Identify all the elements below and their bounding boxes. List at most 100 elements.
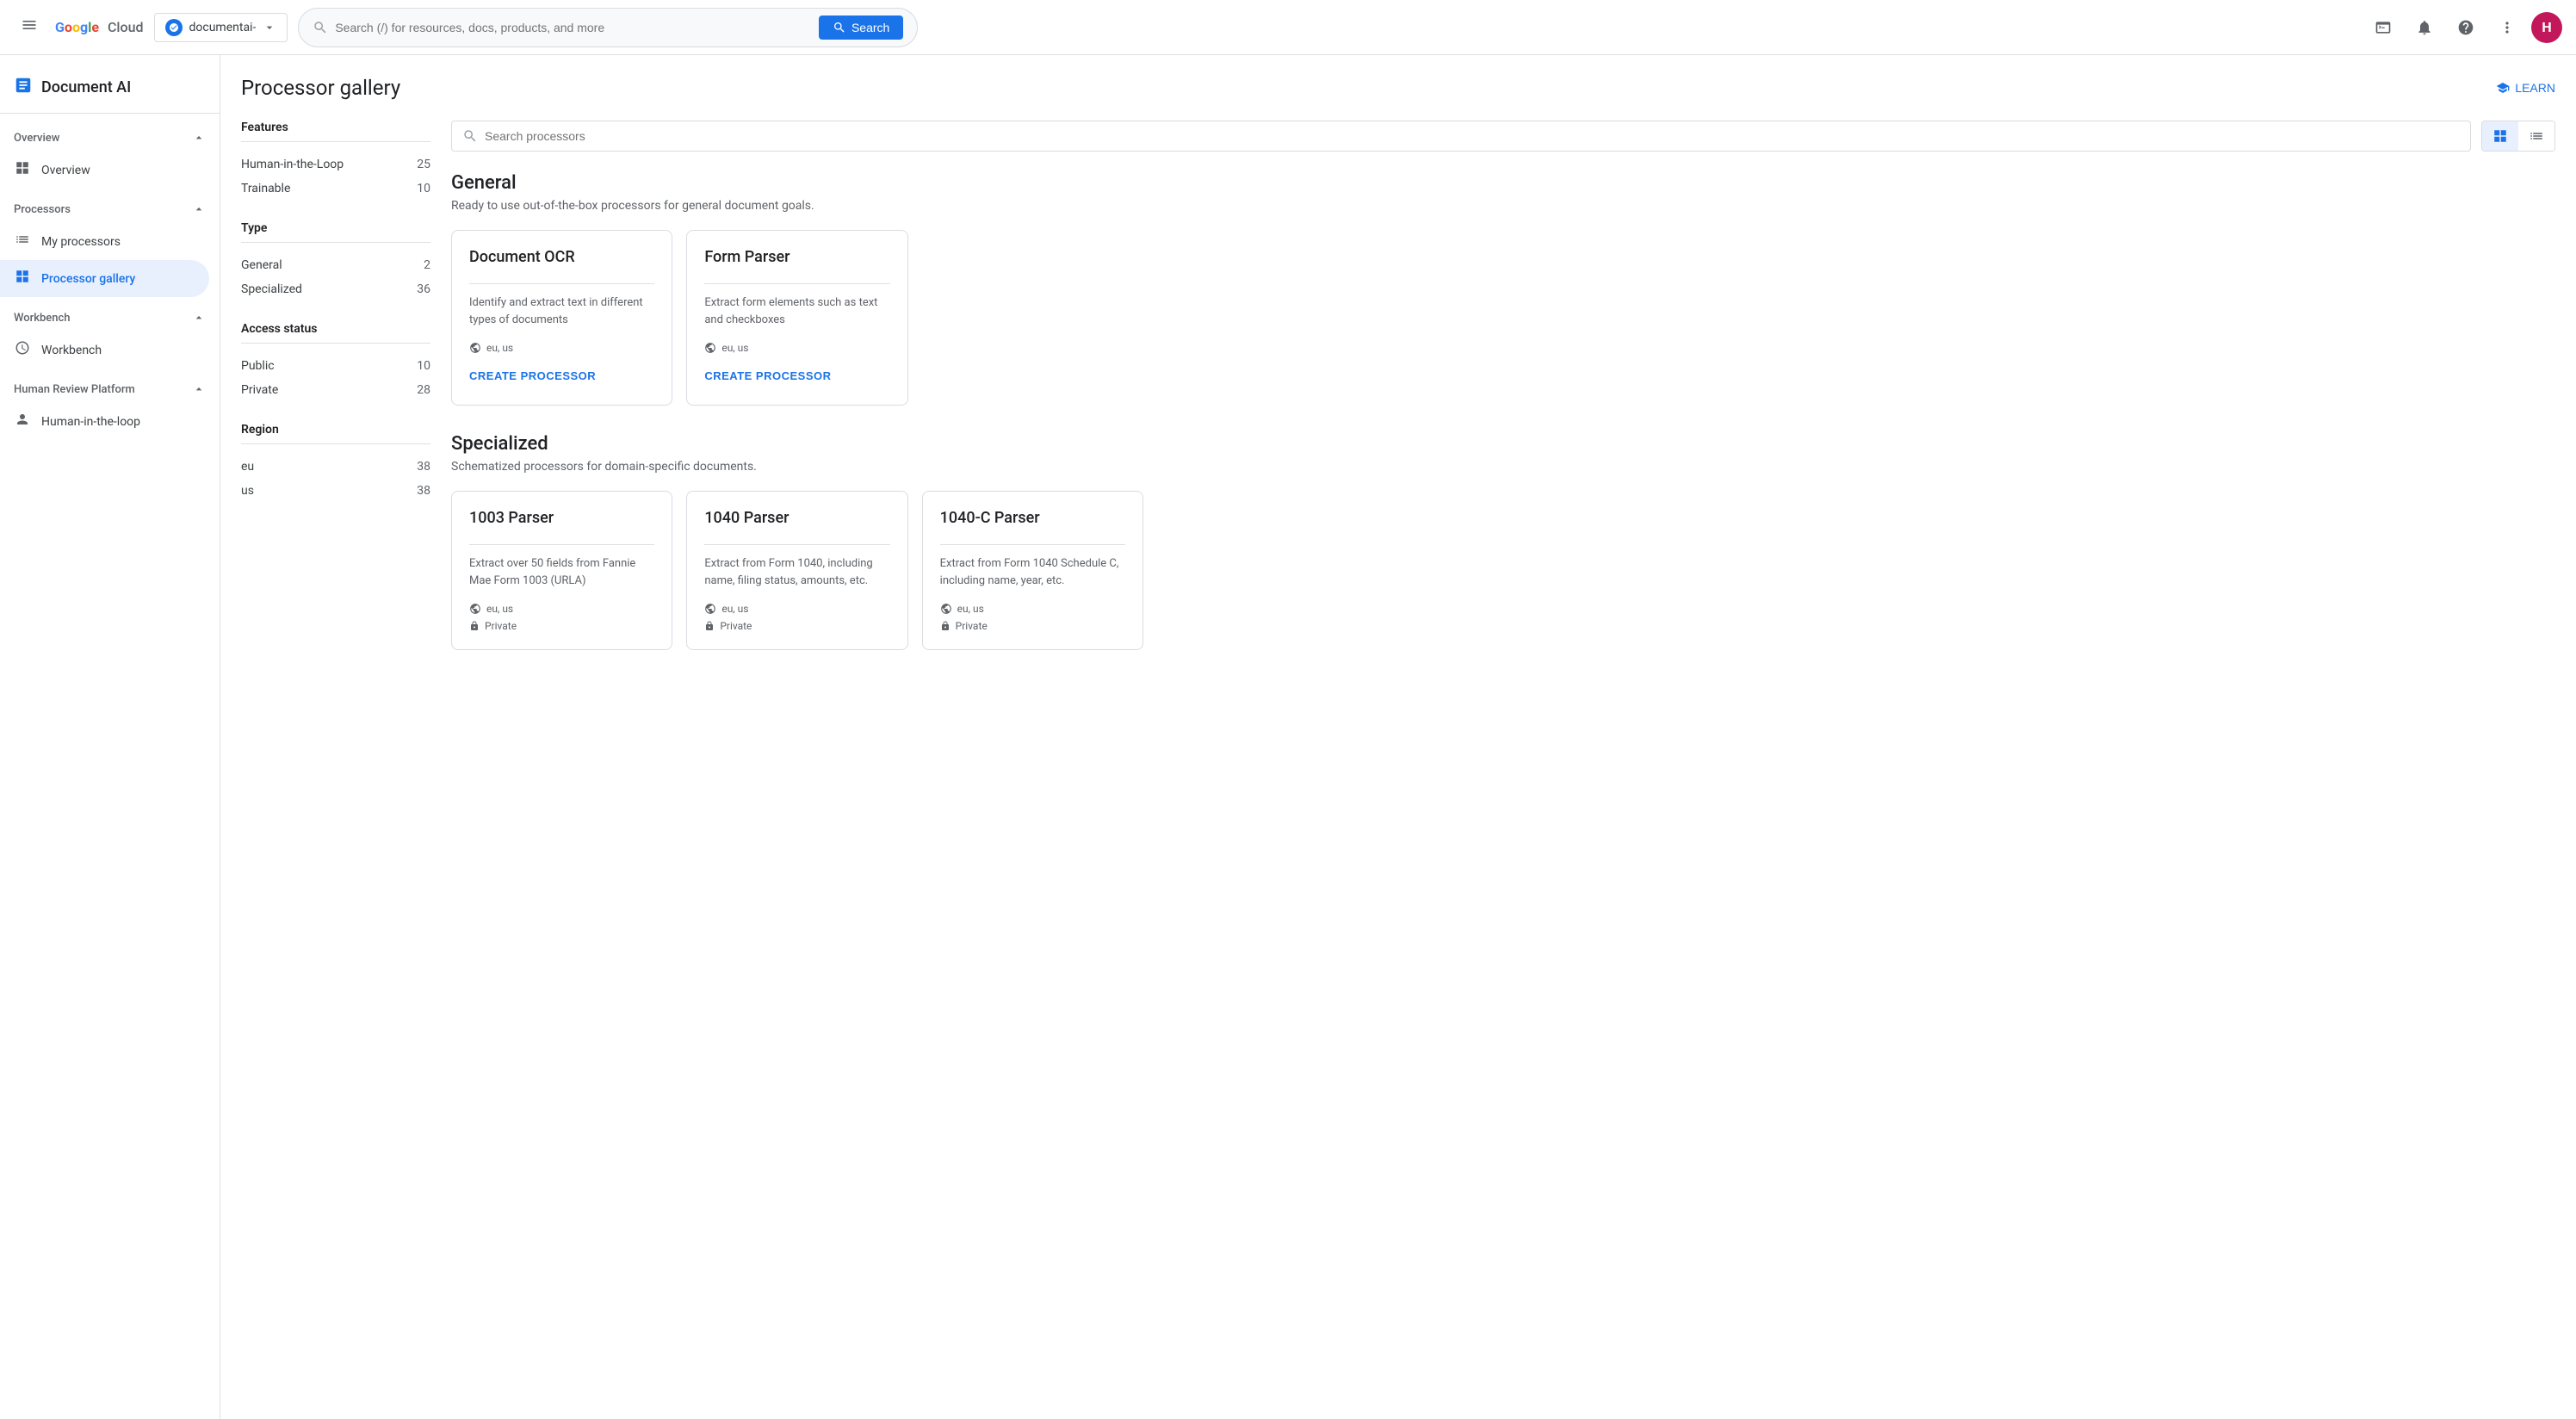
list-view-button[interactable] (2518, 121, 2554, 151)
specialized-category-section: Specialized Schematized processors for d… (451, 433, 2555, 650)
form-parser-region-text: eu, us (721, 342, 748, 354)
filter-us[interactable]: us 38 (241, 479, 430, 503)
1040c-parser-access: Private (940, 620, 1125, 632)
1040-parser-access: Private (704, 620, 889, 632)
sidebar-section-hrp-header[interactable]: Human Review Platform (0, 375, 220, 403)
lock-icon-1003 (469, 621, 480, 631)
general-category-desc: Ready to use out-of-the-box processors f… (451, 199, 2555, 213)
learn-label: LEARN (2515, 81, 2555, 95)
form-parser-desc: Extract form elements such as text and c… (704, 294, 889, 328)
filter-count-public: 10 (417, 359, 430, 373)
filter-label-us: us (241, 484, 254, 498)
document-ocr-action: CREATE PROCESSOR (469, 364, 654, 387)
type-filter-section: Type General 2 Specialized 36 (241, 221, 430, 301)
more-options-icon[interactable] (2490, 10, 2524, 45)
specialized-category-title: Specialized (451, 433, 2555, 455)
1040-parser-region-text: eu, us (721, 603, 748, 615)
globe-icon-fp (704, 342, 716, 354)
grid-view-button[interactable] (2482, 121, 2518, 151)
search-button[interactable]: Search (819, 15, 903, 40)
filter-label-general: General (241, 258, 282, 272)
my-processors-icon (14, 232, 31, 251)
sidebar-item-overview[interactable]: Overview (0, 152, 209, 189)
google-cloud-logo: Google Cloud (55, 19, 144, 35)
1040c-parser-title: 1040-C Parser (940, 509, 1125, 527)
1040c-parser-region: eu, us (940, 603, 1125, 615)
human-in-the-loop-icon (14, 412, 31, 431)
filter-eu[interactable]: eu 38 (241, 455, 430, 479)
1040c-parser-card[interactable]: 1040-C Parser Extract from Form 1040 Sch… (922, 491, 1143, 650)
overview-icon (14, 160, 31, 180)
global-search-input[interactable] (335, 21, 812, 34)
filter-trainable[interactable]: Trainable 10 (241, 177, 430, 201)
terminal-icon[interactable] (2366, 10, 2400, 45)
1040-parser-desc: Extract from Form 1040, including name, … (704, 555, 889, 589)
document-ocr-title: Document OCR (469, 248, 654, 266)
general-category-title: General (451, 172, 2555, 194)
view-toggle (2481, 121, 2555, 152)
globe-icon (469, 342, 481, 354)
help-icon[interactable] (2449, 10, 2483, 45)
sidebar-item-workbench[interactable]: Workbench (0, 332, 209, 369)
1003-parser-card[interactable]: 1003 Parser Extract over 50 fields from … (451, 491, 672, 650)
1003-parser-access-text: Private (485, 620, 517, 632)
chevron-up-icon-hrp (192, 382, 206, 396)
lock-icon-1040c (940, 621, 951, 631)
learn-button[interactable]: LEARN (2496, 81, 2555, 95)
sidebar-section-overview-header[interactable]: Overview (0, 124, 220, 152)
document-ocr-card[interactable]: Document OCR Identify and extract text i… (451, 230, 672, 406)
filter-count-trainable: 10 (417, 182, 430, 195)
search-btn-icon (833, 21, 846, 34)
sidebar-item-processor-gallery[interactable]: Processor gallery (0, 260, 209, 297)
filter-general[interactable]: General 2 (241, 253, 430, 277)
top-navigation: Google Cloud documentai- Search H (0, 0, 2576, 55)
general-category-section: General Ready to use out-of-the-box proc… (451, 172, 2555, 406)
nav-icons: H (2366, 10, 2562, 45)
main-content: Processor gallery LEARN Features Human-i… (220, 55, 2576, 1419)
form-parser-title: Form Parser (704, 248, 889, 266)
form-parser-create-button[interactable]: CREATE PROCESSOR (704, 364, 831, 387)
filter-label-hitl: Human-in-the-Loop (241, 158, 344, 171)
sidebar-section-processors-header[interactable]: Processors (0, 195, 220, 223)
globe-icon-1040c (940, 603, 952, 615)
1003-parser-meta: eu, us Private (469, 603, 654, 632)
filter-public[interactable]: Public 10 (241, 354, 430, 378)
lock-icon-1040 (704, 621, 715, 631)
form-parser-card[interactable]: Form Parser Extract form elements such a… (686, 230, 907, 406)
document-ocr-region-text: eu, us (486, 342, 513, 354)
access-filter-title: Access status (241, 322, 430, 344)
1040c-parser-access-text: Private (956, 620, 988, 632)
general-cards-grid: Document OCR Identify and extract text i… (451, 230, 2555, 406)
sidebar-section-workbench-header[interactable]: Workbench (0, 304, 220, 332)
project-selector[interactable]: documentai- (154, 13, 288, 42)
filter-specialized[interactable]: Specialized 36 (241, 277, 430, 301)
form-parser-meta: eu, us (704, 342, 889, 354)
page-title: Processor gallery (241, 76, 400, 100)
filter-human-in-the-loop[interactable]: Human-in-the-Loop 25 (241, 152, 430, 177)
chevron-down-icon (263, 21, 276, 34)
processor-search-input[interactable] (485, 129, 2460, 143)
hamburger-menu[interactable] (14, 9, 45, 45)
document-ocr-region: eu, us (469, 342, 654, 354)
1040-parser-card[interactable]: 1040 Parser Extract from Form 1040, incl… (686, 491, 907, 650)
filter-private[interactable]: Private 28 (241, 378, 430, 402)
sidebar-section-hrp: Human Review Platform Human-in-the-loop (0, 372, 220, 443)
search-button-label: Search (851, 21, 889, 34)
filter-label-eu: eu (241, 460, 254, 474)
sidebar-item-human-in-the-loop[interactable]: Human-in-the-loop (0, 403, 209, 440)
1040-parser-meta: eu, us Private (704, 603, 889, 632)
card-divider-1003 (469, 544, 654, 545)
content-area: Features Human-in-the-Loop 25 Trainable … (241, 121, 2555, 678)
notifications-icon[interactable] (2407, 10, 2442, 45)
type-filter-title: Type (241, 221, 430, 243)
filter-label-specialized: Specialized (241, 282, 302, 296)
user-avatar[interactable]: H (2531, 12, 2562, 43)
search-icon (313, 20, 328, 35)
sidebar-item-my-processors[interactable]: My processors (0, 223, 209, 260)
page-header: Processor gallery LEARN (241, 76, 2555, 100)
sidebar-section-processors: Processors My processors Processor galle… (0, 192, 220, 301)
1003-parser-access: Private (469, 620, 654, 632)
app-icon (14, 76, 33, 99)
document-ocr-create-button[interactable]: CREATE PROCESSOR (469, 364, 596, 387)
filter-count-private: 28 (417, 383, 430, 397)
